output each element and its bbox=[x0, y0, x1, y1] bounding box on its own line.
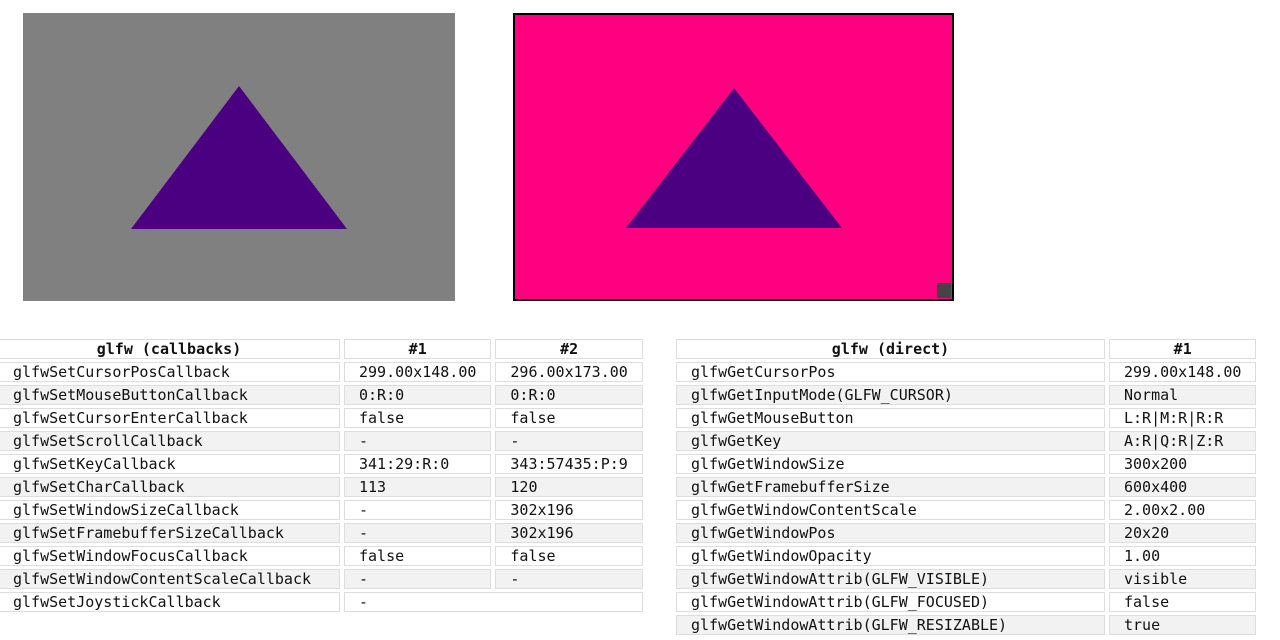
function-name: glfwGetWindowAttrib(GLFW_RESIZABLE) bbox=[676, 615, 1105, 635]
function-name: glfwGetKey bbox=[676, 431, 1105, 451]
value-cell: 1.00 bbox=[1109, 546, 1257, 566]
table-row: glfwGetWindowContentScale 2.00x2.00 bbox=[676, 500, 1257, 520]
function-name: glfwGetWindowOpacity bbox=[676, 546, 1105, 566]
triangle-1 bbox=[131, 86, 347, 229]
value-cell: - bbox=[344, 592, 643, 612]
table-row: glfwGetFramebufferSize 600x400 bbox=[676, 477, 1257, 497]
table-row: glfwSetWindowFocusCallback false false bbox=[0, 546, 643, 566]
table-row: glfwGetWindowAttrib(GLFW_FOCUSED) false bbox=[676, 592, 1257, 612]
function-name: glfwSetKeyCallback bbox=[0, 454, 340, 474]
value-cell: - bbox=[344, 523, 492, 543]
table-row: glfwGetWindowPos 20x20 bbox=[676, 523, 1257, 543]
table-row: glfwSetWindowSizeCallback -302x196 bbox=[0, 500, 643, 520]
function-name: glfwSetCursorEnterCallback bbox=[0, 408, 340, 428]
function-name: glfwGetWindowAttrib(GLFW_FOCUSED) bbox=[676, 592, 1105, 612]
function-name: glfwGetFramebufferSize bbox=[676, 477, 1105, 497]
resize-handle[interactable] bbox=[937, 283, 951, 298]
value-cell: 341:29:R:0 bbox=[344, 454, 492, 474]
value-cell: 296.00x173.00 bbox=[495, 362, 643, 382]
function-name: glfwSetMouseButtonCallback bbox=[0, 385, 340, 405]
table-row: glfwGetWindowAttrib(GLFW_RESIZABLE) true bbox=[676, 615, 1257, 635]
table-row: glfwSetScrollCallback - - bbox=[0, 431, 643, 451]
table-row: glfwGetCursorPos 299.00x148.00 bbox=[676, 362, 1257, 382]
function-name: glfwSetCursorPosCallback bbox=[0, 362, 340, 382]
function-name: glfwGetWindowPos bbox=[676, 523, 1105, 543]
value-cell: 20x20 bbox=[1109, 523, 1257, 543]
value-cell: visible bbox=[1109, 569, 1257, 589]
table-row: glfwSetFramebufferSizeCallback -302x196 bbox=[0, 523, 643, 543]
column-header: #2 bbox=[495, 339, 643, 359]
value-cell: 600x400 bbox=[1109, 477, 1257, 497]
function-name: glfwGetWindowSize bbox=[676, 454, 1105, 474]
value-cell: false bbox=[495, 408, 643, 428]
table-row: glfwGetKey A:R|Q:R|Z:R bbox=[676, 431, 1257, 451]
column-header: #1 bbox=[1109, 339, 1257, 359]
table-row: glfwSetJoystickCallback - bbox=[0, 592, 643, 612]
table-row: glfwGetWindowAttrib(GLFW_VISIBLE) visible bbox=[676, 569, 1257, 589]
column-header: #1 bbox=[344, 339, 492, 359]
value-cell: 302x196 bbox=[495, 523, 643, 543]
value-cell: 0:R:0 bbox=[495, 385, 643, 405]
table-row: glfwSetCursorPosCallback 299.00x148.00 296… bbox=[0, 362, 643, 382]
function-name: glfwSetFramebufferSizeCallback bbox=[0, 523, 340, 543]
window-2-canvas[interactable] bbox=[513, 13, 954, 301]
value-cell: 299.00x148.00 bbox=[344, 362, 492, 382]
function-name: glfwGetMouseButton bbox=[676, 408, 1105, 428]
header-row: glfw (callbacks) #1 #2 bbox=[0, 339, 643, 359]
table-row: glfwGetMouseButton L:R|M:R|R:R bbox=[676, 408, 1257, 428]
table-row: glfwGetInputMode(GLFW_CURSOR) Normal bbox=[676, 385, 1257, 405]
value-cell: - bbox=[344, 569, 492, 589]
value-cell: - bbox=[344, 500, 492, 520]
function-name: glfwSetScrollCallback bbox=[0, 431, 340, 451]
value-cell: true bbox=[1109, 615, 1257, 635]
value-cell: - bbox=[495, 569, 643, 589]
window-1-canvas[interactable] bbox=[23, 13, 455, 301]
value-cell: false bbox=[1109, 592, 1257, 612]
value-cell: 302x196 bbox=[495, 500, 643, 520]
function-name: glfwSetCharCallback bbox=[0, 477, 340, 497]
direct-table: glfw (direct) #1 glfwGetCursorPos 299.00x14… bbox=[672, 336, 1260, 638]
function-name: glfwGetCursorPos bbox=[676, 362, 1105, 382]
table-row: glfwSetKeyCallback 341:29:R:0 343:57435:P:… bbox=[0, 454, 643, 474]
column-header: glfw (direct) bbox=[676, 339, 1105, 359]
column-header: glfw (callbacks) bbox=[0, 339, 340, 359]
function-name: glfwGetInputMode(GLFW_CURSOR) bbox=[676, 385, 1105, 405]
function-name: glfwGetWindowContentScale bbox=[676, 500, 1105, 520]
function-name: glfwSetWindowFocusCallback bbox=[0, 546, 340, 566]
function-name: glfwGetWindowAttrib(GLFW_VISIBLE) bbox=[676, 569, 1105, 589]
table-row: glfwSetMouseButtonCallback 0:R:0 0:R:0 bbox=[0, 385, 643, 405]
function-name: glfwSetJoystickCallback bbox=[0, 592, 340, 612]
table-row: glfwGetWindowOpacity 1.00 bbox=[676, 546, 1257, 566]
header-row: glfw (direct) #1 bbox=[676, 339, 1257, 359]
triangle-2 bbox=[626, 88, 842, 228]
value-cell: 2.00x2.00 bbox=[1109, 500, 1257, 520]
function-name: glfwSetWindowContentScaleCallback bbox=[0, 569, 340, 589]
table-row: glfwSetCharCallback 113 120 bbox=[0, 477, 643, 497]
value-cell: 300x200 bbox=[1109, 454, 1257, 474]
callbacks-table: glfw (callbacks) #1 #2 glfwSetCursorPosCall… bbox=[0, 336, 647, 615]
value-cell: 113 bbox=[344, 477, 492, 497]
value-cell: - bbox=[344, 431, 492, 451]
function-name: glfwSetWindowSizeCallback bbox=[0, 500, 340, 520]
value-cell: L:R|M:R|R:R bbox=[1109, 408, 1257, 428]
value-cell: false bbox=[344, 546, 492, 566]
table-row: glfwGetWindowSize 300x200 bbox=[676, 454, 1257, 474]
value-cell: - bbox=[495, 431, 643, 451]
value-cell: 299.00x148.00 bbox=[1109, 362, 1257, 382]
table-row: glfwSetCursorEnterCallback false false bbox=[0, 408, 643, 428]
value-cell: 120 bbox=[495, 477, 643, 497]
value-cell: A:R|Q:R|Z:R bbox=[1109, 431, 1257, 451]
value-cell: Normal bbox=[1109, 385, 1257, 405]
value-cell: 343:57435:P:9 bbox=[495, 454, 643, 474]
value-cell: 0:R:0 bbox=[344, 385, 492, 405]
value-cell: false bbox=[495, 546, 643, 566]
table-row: glfwSetWindowContentScaleCallback - - bbox=[0, 569, 643, 589]
value-cell: false bbox=[344, 408, 492, 428]
